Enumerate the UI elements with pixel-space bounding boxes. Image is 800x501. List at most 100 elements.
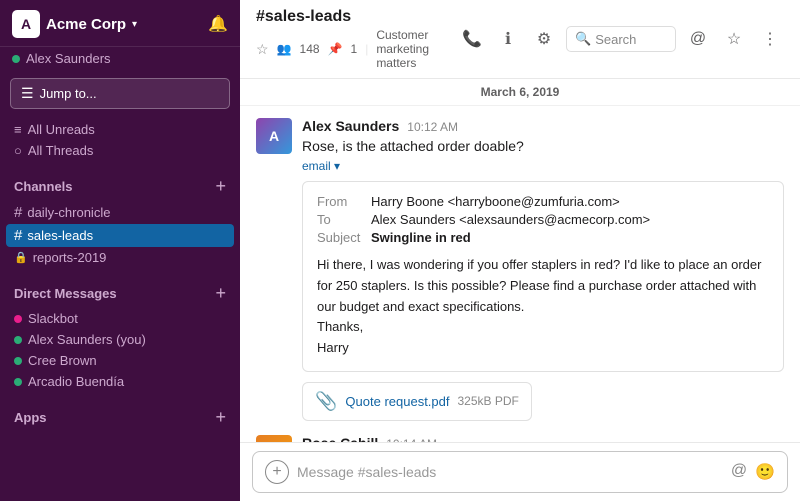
hash-icon: # bbox=[14, 204, 22, 221]
dm-item-alex[interactable]: Alex Saunders (you) bbox=[0, 329, 240, 350]
at-message-icon[interactable]: @ bbox=[731, 462, 747, 482]
slackbot-status-dot bbox=[14, 315, 22, 323]
jump-to-button[interactable]: ☰ Jump to... bbox=[10, 78, 230, 109]
user-status-dot bbox=[12, 55, 20, 63]
main-panel: #sales-leads ☆ 👥 148 📌 1 | Customer mark… bbox=[240, 0, 800, 501]
dm-list: Slackbot Alex Saunders (you) Cree Brown … bbox=[0, 306, 240, 394]
channel-name-heading: #sales-leads bbox=[256, 8, 351, 26]
channel-item-daily-chronicle[interactable]: # daily-chronicle bbox=[0, 201, 240, 224]
email-body: Hi there, I was wondering if you offer s… bbox=[317, 255, 769, 359]
message-row: R Rose Cahill 10:14 AM We've been gettin… bbox=[256, 435, 784, 442]
date-label: March 6, 2019 bbox=[481, 85, 560, 99]
search-icon: 🔍 bbox=[575, 31, 591, 47]
dm-item-slackbot[interactable]: Slackbot bbox=[0, 308, 240, 329]
email-from-row: From Harry Boone <harryboone@zumfuria.co… bbox=[317, 194, 769, 209]
phone-icon[interactable]: 📞 bbox=[458, 25, 486, 53]
sidebar: A Acme Corp ▾ 🔔 Alex Saunders ☰ Jump to.… bbox=[0, 0, 240, 501]
dm-item-arcadio[interactable]: Arcadio Buendía bbox=[0, 371, 240, 392]
channel-item-sales-leads[interactable]: # sales-leads bbox=[6, 224, 234, 247]
channel-description: Customer marketing matters bbox=[376, 28, 450, 70]
avatar-initial: A bbox=[269, 128, 279, 144]
jump-to-icon: ☰ bbox=[21, 85, 34, 102]
add-channel-icon[interactable]: + bbox=[215, 177, 226, 195]
dm-section-title: Direct Messages bbox=[14, 286, 117, 301]
nav-section: ≡ All Unreads ○ All Threads bbox=[0, 117, 240, 163]
notification-bell-icon[interactable]: 🔔 bbox=[208, 14, 228, 34]
at-icon[interactable]: @ bbox=[684, 25, 712, 53]
message-input-box: + Message #sales-leads @ 🙂 bbox=[252, 451, 788, 493]
dm-section-header: Direct Messages + bbox=[0, 270, 240, 306]
star-icon[interactable]: ☆ bbox=[256, 41, 269, 58]
message-row: A Alex Saunders 10:12 AM Rose, is the at… bbox=[256, 118, 784, 421]
dm-name-cree: Cree Brown bbox=[28, 353, 97, 368]
dm-name-arcadio: Arcadio Buendía bbox=[28, 374, 124, 389]
attachment[interactable]: 📎 Quote request.pdf 325kB PDF bbox=[302, 382, 532, 421]
msg-sender: Alex Saunders bbox=[302, 118, 399, 134]
channels-list: # daily-chronicle # sales-leads 🔒 report… bbox=[0, 199, 240, 270]
jump-to-label: Jump to... bbox=[40, 86, 97, 101]
msg-time: 10:12 AM bbox=[407, 120, 458, 134]
apps-section-title: Apps bbox=[14, 410, 47, 425]
apps-section-header: Apps + bbox=[0, 394, 240, 430]
from-label: From bbox=[317, 194, 365, 209]
channel-name-reports: reports-2019 bbox=[33, 250, 107, 265]
subject-value: Swingline in red bbox=[371, 230, 471, 245]
bookmark-icon[interactable]: ☆ bbox=[720, 25, 748, 53]
search-box[interactable]: 🔍 🔍 Search bbox=[566, 26, 676, 52]
workspace-chevron-icon: ▾ bbox=[132, 19, 137, 30]
sidebar-item-all-unreads[interactable]: ≡ All Unreads bbox=[0, 119, 240, 140]
channels-section-header: Channels + bbox=[0, 163, 240, 199]
pin-icon: 📌 bbox=[328, 42, 343, 56]
user-status-row: Alex Saunders bbox=[0, 47, 240, 74]
alex-status-dot bbox=[14, 336, 22, 344]
subject-label: Subject bbox=[317, 230, 365, 245]
message-input-area: + Message #sales-leads @ 🙂 bbox=[240, 442, 800, 501]
attachment-size: 325kB PDF bbox=[458, 394, 519, 408]
cree-status-dot bbox=[14, 357, 22, 365]
avatar: A bbox=[256, 118, 292, 154]
from-value: Harry Boone <harryboone@zumfuria.com> bbox=[371, 194, 620, 209]
add-app-icon[interactable]: + bbox=[215, 408, 226, 426]
dm-item-cree[interactable]: Cree Brown bbox=[0, 350, 240, 371]
msg-text: Rose, is the attached order doable? bbox=[302, 136, 784, 157]
members-icon: 👥 bbox=[277, 42, 292, 56]
dm-name-slackbot: Slackbot bbox=[28, 311, 78, 326]
threads-icon: ○ bbox=[14, 143, 22, 158]
email-toggle[interactable]: email ▾ bbox=[302, 159, 340, 173]
attachment-icon: 📎 bbox=[315, 391, 337, 412]
message-input[interactable]: Message #sales-leads bbox=[297, 464, 723, 480]
channel-name-daily: daily-chronicle bbox=[27, 205, 110, 220]
add-dm-icon[interactable]: + bbox=[215, 284, 226, 302]
username-label: Alex Saunders bbox=[26, 51, 111, 66]
arcadio-status-dot bbox=[14, 378, 22, 386]
email-subject-row: Subject Swingline in red bbox=[317, 230, 769, 245]
meta-separator: | bbox=[365, 42, 368, 56]
attach-button[interactable]: + bbox=[265, 460, 289, 484]
hash-icon-active: # bbox=[14, 227, 22, 244]
messages-list: A Alex Saunders 10:12 AM Rose, is the at… bbox=[240, 106, 800, 442]
channel-title-area: #sales-leads ☆ 👥 148 📌 1 | Customer mark… bbox=[256, 8, 450, 70]
pinned-count: 1 bbox=[351, 42, 358, 56]
sidebar-item-all-threads[interactable]: ○ All Threads bbox=[0, 140, 240, 161]
dm-name-alex: Alex Saunders (you) bbox=[28, 332, 146, 347]
emoji-icon[interactable]: 🙂 bbox=[755, 462, 775, 482]
settings-icon[interactable]: ⚙ bbox=[530, 25, 558, 53]
avatar: R bbox=[256, 435, 292, 442]
message-content: Alex Saunders 10:12 AM Rose, is the atta… bbox=[302, 118, 784, 421]
channel-header: #sales-leads ☆ 👥 148 📌 1 | Customer mark… bbox=[240, 0, 800, 79]
email-to-row: To Alex Saunders <alexsaunders@acmecorp.… bbox=[317, 212, 769, 227]
attachment-name: Quote request.pdf bbox=[345, 394, 449, 409]
message-meta: Rose Cahill 10:14 AM bbox=[302, 435, 784, 442]
workspace-avatar: A bbox=[12, 10, 40, 38]
workspace-name-area[interactable]: A Acme Corp ▾ bbox=[12, 10, 137, 38]
more-icon[interactable]: ⋮ bbox=[756, 25, 784, 53]
workspace-initial: A bbox=[21, 16, 31, 32]
channel-name-sales: sales-leads bbox=[27, 228, 93, 243]
input-right-icons: @ 🙂 bbox=[731, 462, 775, 482]
members-count: 148 bbox=[300, 42, 320, 56]
channel-item-reports-2019[interactable]: 🔒 reports-2019 bbox=[0, 247, 240, 268]
threads-label: All Threads bbox=[28, 143, 94, 158]
email-quote: From Harry Boone <harryboone@zumfuria.co… bbox=[302, 181, 784, 372]
channel-meta: ☆ 👥 148 📌 1 | Customer marketing matters bbox=[256, 28, 450, 70]
info-icon[interactable]: ℹ bbox=[494, 25, 522, 53]
